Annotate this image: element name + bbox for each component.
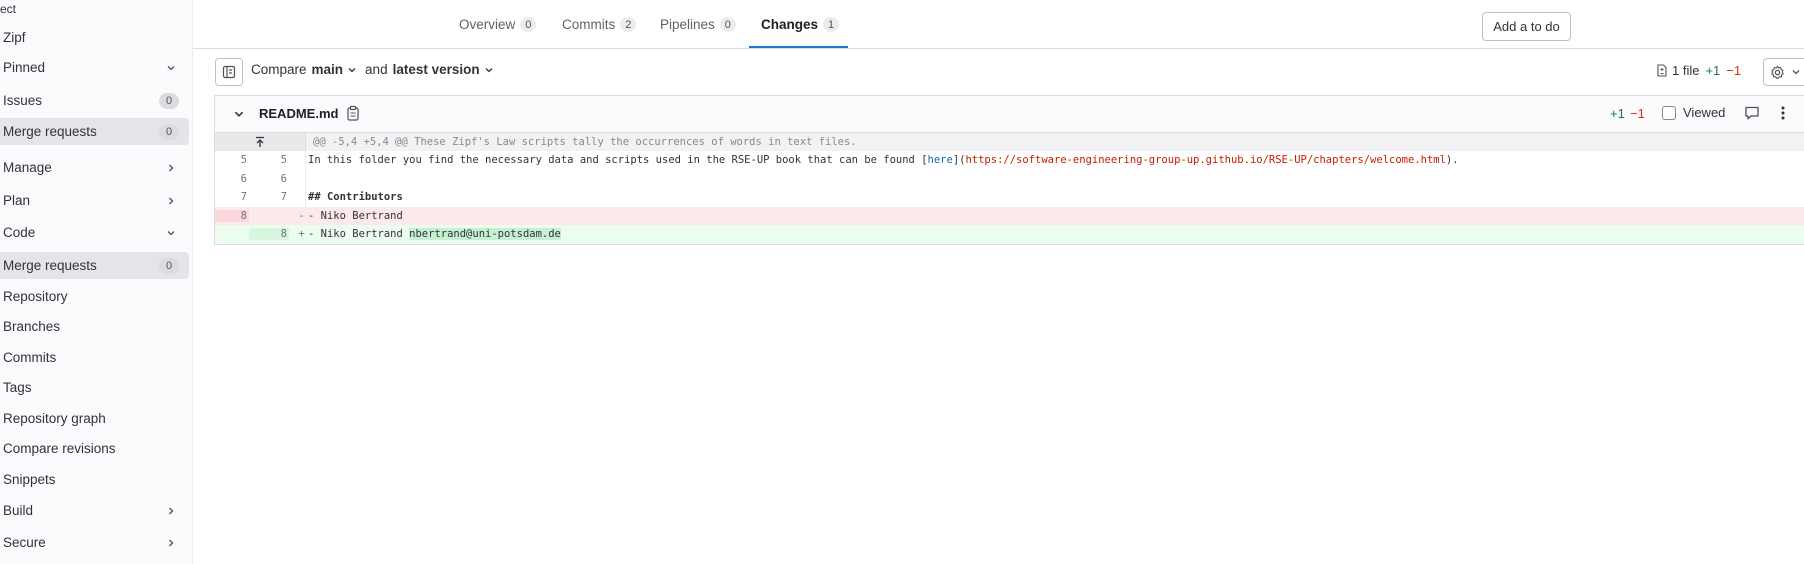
line-code: ## Contributors <box>308 191 403 204</box>
expand-lines-icon[interactable] <box>215 133 306 151</box>
sidebar-item-pinned[interactable]: Pinned <box>0 54 189 81</box>
sidebar-item-repository[interactable]: Repository <box>0 283 189 310</box>
compare-label: Compare <box>251 62 307 77</box>
tab-count-badge: 1 <box>823 17 840 32</box>
head-version-dropdown[interactable]: latest version <box>393 62 494 77</box>
sidebar-item-build[interactable]: Build <box>0 497 189 524</box>
diff-line: 5 5 In this folder you find the necessar… <box>215 151 1804 170</box>
file-name[interactable]: README.md <box>259 106 338 121</box>
sidebar-item-compare-revisions[interactable]: Compare revisions <box>0 435 189 462</box>
sidebar-item-snippets[interactable]: Snippets <box>0 466 189 493</box>
sidebar-item-project[interactable]: Zipf <box>0 24 189 51</box>
issues-count-badge: 0 <box>159 92 179 109</box>
diff-file: README.md +1 −1 Viewed @@ -5,4 +5,4 @@ T… <box>214 95 1804 245</box>
old-line-number[interactable]: 8 <box>215 209 249 222</box>
sidebar-item-manage[interactable]: Manage <box>0 154 189 181</box>
sidebar-item-issues[interactable]: Issues 0 <box>0 87 189 114</box>
inline-addition-highlight: nbertrand@uni-potsdam.de <box>409 228 561 241</box>
diff-files-stat: 1 file +1 −1 <box>1656 63 1741 78</box>
merge-requests-count-badge: 0 <box>159 257 179 274</box>
chevron-down-icon <box>163 60 179 76</box>
copy-file-path-icon[interactable] <box>346 105 360 124</box>
chevron-right-icon <box>163 535 179 551</box>
diff-settings-button[interactable] <box>1763 58 1804 86</box>
compare-and-label: and <box>365 62 388 77</box>
tab-commits[interactable]: Commits 2 <box>562 0 637 49</box>
sidebar-item-merge-requests-pinned[interactable]: Merge requests 0 <box>0 118 189 145</box>
diff-file-header: README.md +1 −1 Viewed <box>215 96 1804 133</box>
comment-icon[interactable] <box>1744 105 1760 124</box>
diff-line: 6 6 <box>215 169 1804 188</box>
chevron-right-icon <box>163 193 179 209</box>
sidebar-item-merge-requests[interactable]: Merge requests 0 <box>0 252 189 279</box>
sidebar-item-branches[interactable]: Branches <box>0 313 189 340</box>
collapse-file-chevron-icon[interactable] <box>233 107 245 123</box>
add-todo-button[interactable]: Add a to do <box>1482 12 1571 41</box>
chevron-down-icon <box>348 67 356 72</box>
lines-removed-count: −1 <box>1726 63 1742 78</box>
chevron-down-icon <box>163 225 179 241</box>
active-tab-indicator <box>749 46 848 48</box>
toggle-file-tree-button[interactable] <box>215 58 243 86</box>
line-code: In this folder you find the necessary da… <box>308 154 1459 167</box>
chevron-down-icon <box>485 67 493 72</box>
tab-changes[interactable]: Changes 1 <box>761 0 840 49</box>
tab-count-badge: 2 <box>620 17 637 32</box>
line-code: - Niko Bertrand nbertrand@uni-potsdam.de <box>308 228 561 241</box>
sidebar-item-repository-graph[interactable]: Repository graph <box>0 405 189 432</box>
checkbox-box[interactable] <box>1662 105 1676 120</box>
merge-requests-count-badge: 0 <box>159 123 179 140</box>
gear-icon <box>1771 65 1784 79</box>
sidebar-item-secure[interactable]: Secure <box>0 529 189 556</box>
sidebar: ect Zipf Pinned Issues 0 Merge requests … <box>0 0 193 564</box>
added-sign: + <box>298 228 305 241</box>
sidebar-item-commits[interactable]: Commits <box>0 344 189 371</box>
diff-line-added: 8 + - Niko Bertrand nbertrand@uni-potsda… <box>215 225 1804 244</box>
compare-versions: Compare main and latest version <box>251 62 494 77</box>
tab-count-badge: 0 <box>719 17 736 32</box>
new-line-number[interactable]: 8 <box>249 228 289 241</box>
diff-line-removed: 8 - - Niko Bertrand <box>215 206 1804 225</box>
line-code: - Niko Bertrand <box>308 209 403 222</box>
diff-content: @@ -5,4 +5,4 @@ These Zipf's Law scripts… <box>215 133 1804 244</box>
sidebar-item-code[interactable]: Code <box>0 219 189 246</box>
sidebar-item-plan[interactable]: Plan <box>0 187 189 214</box>
viewed-checkbox[interactable]: Viewed <box>1662 105 1725 120</box>
tab-count-badge: 0 <box>520 17 537 32</box>
sidebar-item-tags[interactable]: Tags <box>0 374 189 401</box>
doc-changes-icon <box>1657 64 1667 77</box>
chevron-down-icon <box>1792 70 1800 75</box>
file-tree-icon <box>222 65 236 79</box>
file-lines-removed: −1 <box>1630 106 1645 121</box>
file-lines-added: +1 <box>1610 106 1625 121</box>
base-version-dropdown[interactable]: main <box>307 62 358 77</box>
tab-pipelines[interactable]: Pipelines 0 <box>660 0 736 49</box>
kebab-menu-icon[interactable] <box>1775 105 1791 124</box>
chevron-right-icon <box>163 160 179 176</box>
removed-sign: - <box>298 209 305 222</box>
tab-overview[interactable]: Overview 0 <box>459 0 537 49</box>
diff-line: 7 7 ## Contributors <box>215 188 1804 207</box>
hunk-header: @@ -5,4 +5,4 @@ These Zipf's Law scripts… <box>215 133 1804 151</box>
lines-added-count: +1 <box>1705 63 1721 78</box>
sidebar-project-label: ect <box>0 2 17 16</box>
chevron-right-icon <box>163 503 179 519</box>
